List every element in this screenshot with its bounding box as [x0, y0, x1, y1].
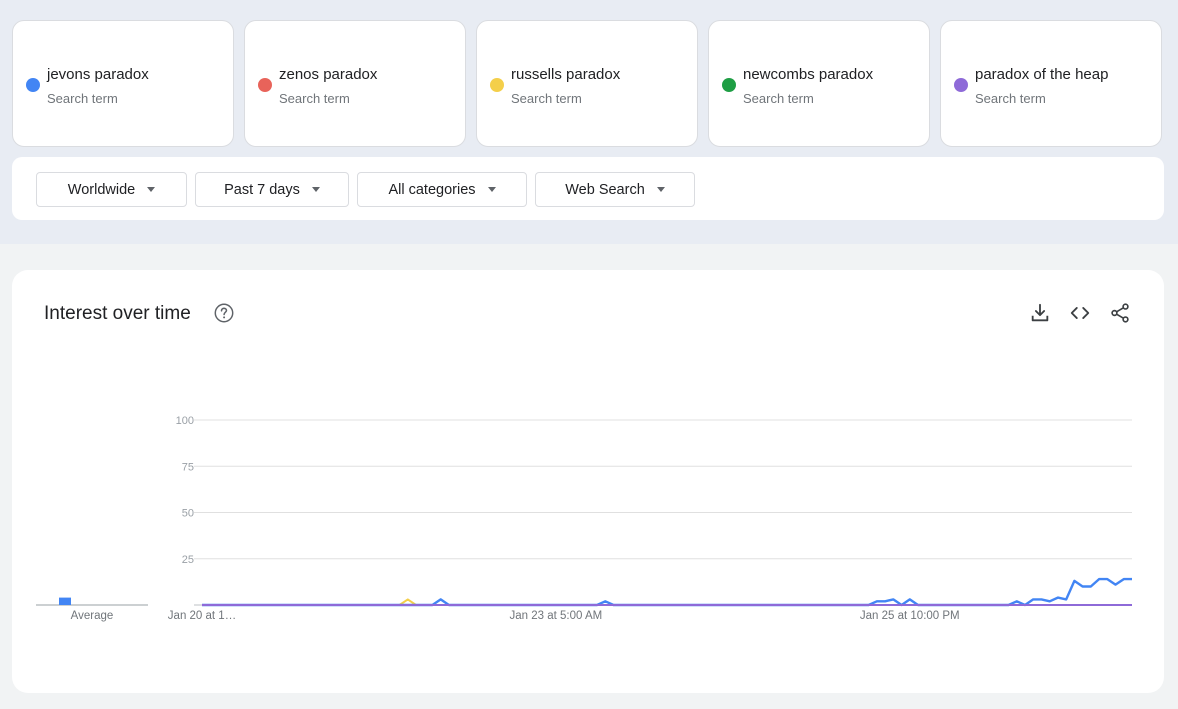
filter-bar: Worldwide Past 7 days All categories Web…	[12, 157, 1164, 220]
caret-down-icon	[311, 187, 320, 192]
term-name: zenos paradox	[279, 66, 378, 83]
caret-down-icon	[147, 187, 156, 192]
term-type: Search term	[511, 91, 582, 106]
term-type: Search term	[743, 91, 814, 106]
caret-down-icon	[656, 187, 665, 192]
term-name: jevons paradox	[47, 66, 149, 83]
search-type-dropdown[interactable]: Web Search	[535, 172, 695, 207]
x-tick-label: Jan 25 at 10:00 PM	[860, 610, 960, 622]
term-card-zenos[interactable]: zenos paradox Search term	[244, 20, 466, 147]
term-card-russells[interactable]: russells paradox Search term	[476, 20, 698, 147]
series-line-jevons-paradox	[202, 577, 1132, 607]
average-section: Average	[36, 597, 148, 622]
y-tick-label: 50	[182, 508, 194, 520]
color-dot-icon	[722, 78, 736, 92]
region-dropdown[interactable]: Worldwide	[36, 172, 187, 207]
term-type: Search term	[47, 91, 118, 106]
y-tick-label: 25	[182, 554, 194, 566]
x-tick-label: Jan 23 at 5:00 AM	[510, 610, 603, 622]
term-name: russells paradox	[511, 66, 621, 83]
y-tick-label: 75	[182, 461, 194, 473]
series-lines	[202, 577, 1132, 607]
color-dot-icon	[954, 78, 968, 92]
time-period-dropdown[interactable]: Past 7 days	[195, 172, 349, 207]
color-dot-icon	[490, 78, 504, 92]
x-tick-label: Jan 20 at 1…	[168, 610, 236, 622]
term-card-jevons[interactable]: jevons paradox Search term	[12, 20, 234, 147]
interest-over-time-card: Interest over time Average 100 75 50 25 Jan …	[12, 270, 1164, 693]
term-card-heap[interactable]: paradox of the heap Search term	[940, 20, 1162, 147]
term-type: Search term	[279, 91, 350, 106]
average-label: Average	[71, 610, 114, 622]
y-tick-label: 100	[176, 415, 194, 427]
category-label: All categories	[388, 181, 476, 198]
grid-lines	[194, 419, 1132, 606]
search-type-label: Web Search	[565, 181, 645, 198]
category-dropdown[interactable]: All categories	[357, 172, 527, 207]
axis-labels: 100 75 50 25 Jan 20 at 1… Jan 23 at 5:00 AM Ja…	[168, 415, 960, 622]
term-type: Search term	[975, 91, 1046, 106]
term-name: newcombs paradox	[743, 66, 874, 83]
color-dot-icon	[26, 78, 40, 92]
color-dot-icon	[258, 78, 272, 92]
region-label: Worldwide	[67, 181, 136, 198]
term-card-newcombs[interactable]: newcombs paradox Search term	[708, 20, 930, 147]
interest-chart: Average 100 75 50 25 Jan 20 at 1… Jan 23 at 5…	[36, 415, 1132, 622]
time-period-label: Past 7 days	[224, 181, 300, 198]
term-name: paradox of the heap	[975, 66, 1109, 83]
caret-down-icon	[487, 187, 496, 192]
average-bar	[59, 597, 71, 605]
